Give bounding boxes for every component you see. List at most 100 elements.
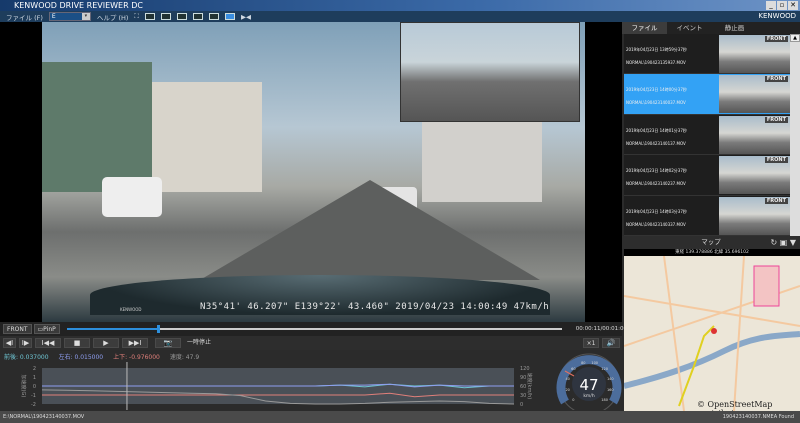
menu-file[interactable]: ファイル (F)	[6, 12, 43, 22]
file-thumbnail: FRONT	[719, 35, 790, 73]
tab-event[interactable]: イベント	[667, 22, 712, 34]
file-name: NORMAL\190423140337.MOV	[626, 221, 686, 227]
file-info: 2019年04月23日 14時01分37秒 NORMAL\190423140137…	[624, 115, 719, 154]
brand-header: KENWOOD	[622, 11, 800, 22]
volume-icon[interactable]: 🔊	[602, 338, 620, 348]
file-list-item[interactable]: 2019年04月23日 14時03分37秒 NORMAL\190423140337…	[624, 196, 790, 236]
drive-value: E	[51, 13, 56, 20]
layout-pip-tr-button[interactable]	[176, 13, 187, 20]
layout-pip-bl-button[interactable]	[192, 13, 203, 20]
maximize-button[interactable]: ▫	[777, 1, 787, 10]
skip-forward-button[interactable]: ▶▶I	[122, 338, 148, 348]
video-overlay: N35°41' 46.207" E139°22' 43.460" 2019/04…	[200, 302, 550, 312]
speed-readout: 速度: 47.9	[169, 354, 200, 361]
file-thumbnail: FRONT	[719, 156, 790, 195]
camera-brand: KENWOOD	[120, 307, 142, 312]
position-marker	[711, 328, 717, 334]
gauge-tick-label: 100	[591, 361, 598, 365]
y2-tick-label: 30	[520, 393, 526, 399]
window-icon[interactable]: ▣	[780, 238, 788, 247]
file-list-item[interactable]: 2019年04月23日 14時01分37秒 NORMAL\190423140137…	[624, 115, 790, 156]
y-tick-label: 0	[33, 384, 36, 390]
file-list-item[interactable]: 2019年04月23日 14時02分37秒 NORMAL\190423140237…	[624, 155, 790, 196]
y2-tick-label: 120	[520, 366, 530, 372]
speed-rate-button[interactable]: ×1	[583, 338, 599, 348]
y-axis-label: 加速度(G)	[20, 375, 27, 398]
seek-row: FRONT ▭PinP 00:00:11/00:01:00	[0, 322, 627, 336]
river	[624, 331, 800, 389]
file-list-item[interactable]: 2019年04月23日 13時59分37秒 NORMAL\190423135937…	[624, 34, 790, 75]
menu-bar: ファイル (F) E ▾ ヘルプ (H) ⛶ ▶◀	[0, 11, 622, 22]
layout-single-button[interactable]	[144, 13, 155, 20]
play-button[interactable]: ▶	[93, 338, 119, 348]
playback-controls: ◀I I▶ I◀◀ ■ ▶ ▶▶I 📷 一時停止 ×1 🔊	[0, 336, 622, 350]
file-name: NORMAL\190423140137.MOV	[626, 140, 686, 146]
file-info: 2019年04月23日 14時03分37秒 NORMAL\190423140337…	[624, 196, 719, 235]
pip-video[interactable]	[400, 22, 580, 122]
camera-icon[interactable]: 📷	[155, 338, 181, 348]
dropdown-icon[interactable]: ▼	[790, 238, 796, 247]
file-name: NORMAL\190423135937.MOV	[626, 60, 686, 65]
menu-help[interactable]: ヘルプ (H)	[97, 12, 129, 22]
seek-progress	[66, 328, 158, 330]
y-tick-label: 2	[33, 366, 36, 372]
tab-file[interactable]: ファイル	[622, 22, 667, 34]
file-date: 2019年04月23日 14時01分37秒	[626, 127, 687, 133]
camera-badge: FRONT	[764, 197, 788, 204]
gauge-tick-label: 180	[601, 398, 608, 402]
file-date: 2019年04月23日 14時00分37秒	[626, 87, 687, 93]
camera-badge: FRONT	[764, 76, 788, 83]
building	[142, 82, 262, 192]
layout-pip-br-button[interactable]	[208, 13, 219, 20]
drive-select[interactable]: E ▾	[48, 12, 91, 21]
y-tick-label: 1	[33, 375, 36, 381]
area	[753, 265, 780, 307]
sensor-readout: 前後: 0.037000 左右: 0.015000 上下: -0.976000 …	[4, 352, 199, 361]
file-list-item[interactable]: 2019年04月23日 14時00分37秒 NORMAL\190423140037…	[624, 74, 790, 115]
camera-badge: FRONT	[764, 36, 788, 42]
chevron-down-icon: ▾	[81, 13, 90, 20]
time-display: 00:00:11/00:01:00	[575, 326, 628, 332]
file-list-scrollbar[interactable]: ▲	[790, 34, 800, 236]
fullscreen-icon[interactable]: ⛶	[134, 12, 139, 21]
layout-pip-tl-button[interactable]	[160, 13, 171, 20]
file-info: 2019年04月23日 14時02分37秒 NORMAL\190423140237…	[624, 155, 719, 194]
file-info: 2019年04月23日 14時00分37秒 NORMAL\190423140037…	[624, 74, 719, 113]
car	[102, 177, 162, 217]
scroll-up-icon[interactable]: ▲	[790, 34, 800, 42]
map[interactable]	[624, 256, 800, 411]
stop-button[interactable]: ■	[64, 338, 90, 348]
zoom-button[interactable]	[224, 13, 235, 20]
refresh-icon[interactable]: ↻	[770, 238, 777, 247]
status-path: E:\NORMAL\190423140037.MOV	[3, 414, 85, 420]
status-nmea: 190423140037.NMEA Found	[722, 414, 794, 420]
gauge-unit: km/h	[583, 393, 595, 399]
skip-back-button[interactable]: I◀◀	[35, 338, 61, 348]
swap-icon[interactable]: ▶◀	[241, 13, 251, 21]
speed-gauge: 47 km/h 0 20 40 60 80 100120 140 160 180	[556, 353, 622, 410]
prev-frame-button[interactable]: ◀I	[3, 338, 16, 348]
gauge-tick-label: 20	[565, 388, 569, 392]
seek-bar[interactable]	[66, 325, 562, 333]
pause-label[interactable]: 一時停止	[184, 338, 214, 348]
front-button[interactable]: FRONT	[3, 324, 32, 334]
file-tabs: ファイル イベント 静止画	[622, 22, 800, 34]
close-button[interactable]: ✕	[788, 1, 798, 10]
sensor-chart[interactable]: 加速度(G) 速度(km/h) 2 1 0 -1 -2 120 90 60 30 0 47 km/…	[0, 353, 622, 410]
file-date: 2019年04月23日 14時02分37秒	[626, 168, 687, 174]
seek-thumb[interactable]	[157, 325, 161, 333]
gauge-tick-label: 160	[607, 388, 614, 392]
status-bar: E:\NORMAL\190423140037.MOV	[0, 411, 800, 423]
app-title: KENWOOD DRIVE REVIEWER DC	[14, 1, 143, 10]
minimize-button[interactable]: _	[766, 1, 776, 10]
y-tick-label: -1	[31, 393, 36, 399]
gauge-tick-label: 60	[571, 367, 575, 371]
map-header: マップ ↻ ▣ ▼	[622, 236, 800, 249]
next-frame-button[interactable]: I▶	[19, 338, 32, 348]
pinp-button[interactable]: ▭PinP	[33, 324, 60, 334]
tab-still[interactable]: 静止画	[712, 22, 757, 34]
file-thumbnail: FRONT	[719, 196, 790, 235]
pinp-label: PinP	[43, 326, 56, 333]
file-thumbnail: FRONT	[719, 115, 790, 154]
accel-fb: 前後: 0.037000	[4, 354, 49, 361]
